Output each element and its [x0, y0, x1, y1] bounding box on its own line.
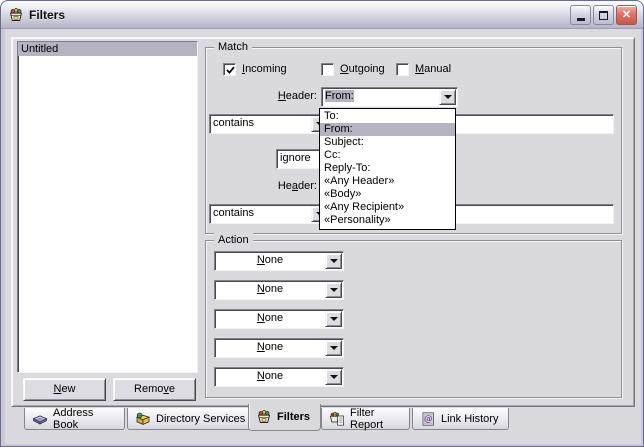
dropdown-item[interactable]: Cc:	[320, 149, 455, 162]
dropdown-item[interactable]: «Any Header»	[320, 175, 455, 188]
svg-text:@: @	[424, 414, 433, 424]
title-bar[interactable]: Filters ✕	[1, 1, 643, 29]
chevron-down-icon	[330, 375, 338, 379]
action-4-arrow[interactable]	[325, 340, 342, 356]
action-3-arrow[interactable]	[325, 311, 342, 327]
outgoing-label[interactable]: Outgoing	[340, 63, 385, 76]
dropdown-item[interactable]: «Any Recipient»	[320, 201, 455, 214]
new-button[interactable]: New	[23, 378, 106, 401]
incoming-checkbox[interactable]	[223, 63, 236, 76]
action-5-arrow[interactable]	[325, 369, 342, 385]
filter-list[interactable]: Untitled	[17, 41, 198, 373]
minimize-icon	[577, 18, 585, 21]
header1-combo-value: From:	[325, 90, 354, 102]
manual-checkbox[interactable]	[396, 63, 409, 76]
filter-report-icon	[329, 411, 345, 427]
filter-list-item[interactable]: Untitled	[18, 42, 197, 56]
action-2-combo[interactable]: None	[214, 280, 344, 300]
tab-directory-services[interactable]: Directory Services	[127, 408, 255, 430]
dropdown-item[interactable]: To:	[320, 110, 455, 123]
action-5-combo[interactable]: None	[214, 367, 344, 387]
tab-label: Address Book	[53, 407, 117, 431]
action-1-combo[interactable]: None	[214, 251, 344, 271]
directory-services-icon	[135, 411, 151, 427]
header1-combo[interactable]: From:	[321, 87, 458, 107]
window-title: Filters	[29, 8, 65, 22]
header2-label: Header:	[257, 180, 317, 193]
check-icon	[225, 65, 236, 76]
tab-link-history[interactable]: @ Link History	[412, 408, 509, 430]
filters-icon	[256, 409, 272, 425]
match-op-1-value: contains	[213, 117, 254, 130]
match-op-1-combo[interactable]: contains	[209, 114, 330, 134]
header1-combo-arrow[interactable]	[439, 89, 456, 105]
tab-label: Link History	[441, 413, 498, 425]
action-3-combo[interactable]: None	[214, 309, 344, 329]
tab-filters[interactable]: Filters	[248, 404, 321, 431]
dropdown-item-selected[interactable]: From:	[320, 123, 455, 136]
dropdown-item[interactable]: Subject:	[320, 136, 455, 149]
manual-label[interactable]: Manual	[415, 63, 451, 76]
minimize-button[interactable]	[570, 5, 591, 25]
close-icon: ✕	[622, 10, 631, 21]
chevron-down-icon	[330, 346, 338, 350]
chevron-down-icon	[330, 288, 338, 292]
maximize-icon	[599, 11, 608, 20]
match-op-2-combo[interactable]: contains	[209, 204, 330, 224]
maximize-button[interactable]	[593, 5, 614, 25]
dropdown-item[interactable]: «Body»	[320, 188, 455, 201]
action-4-combo[interactable]: None	[214, 338, 344, 358]
dropdown-item[interactable]: «Personality»	[320, 214, 455, 227]
remove-button[interactable]: Remove	[113, 378, 196, 401]
chevron-down-icon	[330, 259, 338, 263]
outgoing-checkbox[interactable]	[321, 63, 334, 76]
match-group-label: Match	[214, 40, 252, 54]
tab-label: Directory Services	[156, 413, 245, 425]
header-dropdown-list[interactable]: To: From: Subject: Cc: Reply-To: «Any He…	[319, 108, 456, 230]
address-book-icon	[32, 411, 48, 427]
action-group-label: Action	[214, 233, 253, 247]
action-2-arrow[interactable]	[325, 282, 342, 298]
chevron-down-icon	[444, 95, 452, 99]
chevron-down-icon	[330, 317, 338, 321]
tab-label: Filter Report	[350, 407, 402, 431]
dialog-client-area: Untitled New Remove Match Incoming Outgo…	[5, 29, 641, 444]
header1-label: Header:	[257, 90, 317, 103]
filters-app-icon	[8, 7, 24, 23]
link-history-icon: @	[420, 411, 436, 427]
close-button[interactable]: ✕	[616, 5, 637, 25]
filters-window: Filters ✕ Untitled New Remove Match In	[0, 0, 644, 447]
action-1-arrow[interactable]	[325, 253, 342, 269]
match-op-2-value: contains	[213, 207, 254, 220]
tab-address-book[interactable]: Address Book	[24, 408, 125, 430]
incoming-label[interactable]: Incoming	[242, 63, 287, 76]
dropdown-item[interactable]: Reply-To:	[320, 162, 455, 175]
tab-label: Filters	[277, 411, 310, 423]
tab-filter-report[interactable]: Filter Report	[321, 408, 410, 430]
